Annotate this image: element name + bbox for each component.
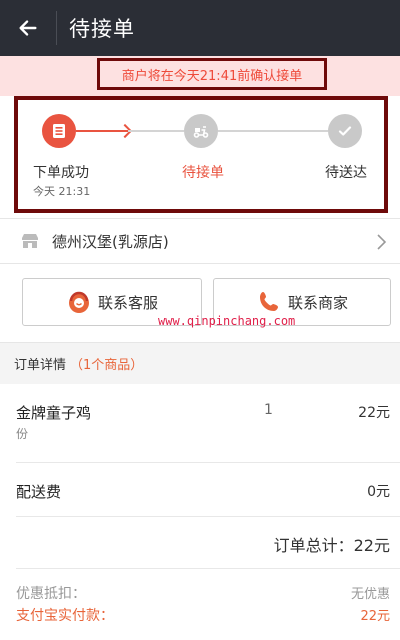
item-price: 22元: [358, 405, 390, 421]
header-divider: [56, 11, 57, 45]
item-count: （1个商品）: [70, 358, 144, 373]
store-row[interactable]: 德州汉堡(乳源店): [0, 218, 400, 264]
payment-label: 支付宝实付款：: [16, 608, 114, 624]
back-arrow-icon: [19, 20, 37, 36]
notice-text: 商户将在今天21:41前确认接单: [121, 68, 303, 84]
customer-service-icon: [68, 291, 89, 313]
page-title: 待接单: [69, 17, 135, 41]
discount-value: 无优惠: [350, 587, 390, 602]
back-button[interactable]: [0, 0, 56, 56]
notice-highlight: 商户将在今天21:41前确认接单: [97, 58, 327, 90]
divider: [16, 516, 400, 517]
discount-label: 优惠抵扣：: [16, 586, 86, 602]
divider: [16, 568, 400, 569]
divider: [16, 462, 400, 463]
payment-value: 22元: [360, 609, 390, 624]
item-quantity: 1: [264, 402, 273, 418]
app-header: 待接单: [0, 0, 400, 56]
delivery-fee-label: 配送费: [16, 483, 62, 501]
phone-icon: [259, 292, 278, 311]
order-total: 订单总计：22元: [273, 536, 390, 555]
contact-service-label: 联系客服: [97, 293, 158, 312]
chevron-right-icon: [377, 234, 387, 250]
delivery-fee-value: 0元: [367, 484, 390, 500]
contact-merchant-label: 联系商家: [287, 293, 348, 312]
item-name: 金牌童子鸡: [16, 404, 92, 422]
watermark: www.qinpinchang.com: [158, 314, 296, 328]
item-unit: 份: [16, 427, 29, 441]
store-icon: [22, 234, 38, 248]
order-details-label: 订单详情: [14, 358, 67, 373]
order-details-header: 订单详情 （1个商品）: [0, 342, 400, 384]
store-name: 德州汉堡(乳源店): [52, 232, 169, 251]
progress-highlight: [14, 96, 388, 213]
